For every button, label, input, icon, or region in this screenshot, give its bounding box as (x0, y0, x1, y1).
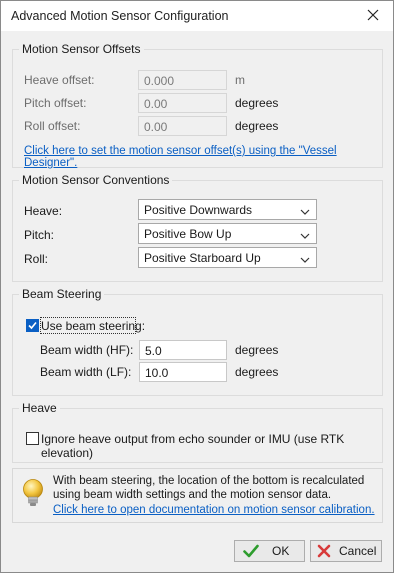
beam-steering-group: Beam Steering Use beam steering: Beam wi… (12, 287, 383, 396)
cancel-label: Cancel (339, 544, 377, 558)
heave-offset-field[interactable]: 0.000 (138, 70, 227, 90)
offsets-group: Motion Sensor Offsets Heave offset: 0.00… (12, 42, 383, 169)
checkmark-icon (243, 544, 259, 561)
title-bar: Advanced Motion Sensor Configuration (1, 1, 393, 31)
roll-offset-unit: degrees (235, 119, 279, 133)
use-beam-steering-label[interactable]: Use beam steering: (41, 319, 145, 333)
calibration-docs-link[interactable]: Click here to open documentation on moti… (53, 504, 375, 516)
chevron-down-icon (300, 229, 310, 243)
pitch-offset-field[interactable]: 0.00 (138, 93, 227, 113)
info-box: With beam steering, the location of the … (12, 468, 383, 523)
cancel-x-icon (317, 544, 331, 561)
pitch-convention-select[interactable]: Positive Bow Up (138, 223, 317, 244)
beam-width-hf-label: Beam width (HF): (40, 343, 134, 357)
dialog-window: Advanced Motion Sensor Configuration Mot… (0, 0, 394, 573)
heave-convention-value: Positive Downwards (144, 203, 253, 217)
ignore-heave-checkbox[interactable] (26, 432, 39, 445)
beam-width-lf-unit: degrees (235, 365, 279, 379)
beam-width-lf-label: Beam width (LF): (40, 365, 132, 379)
ok-label: OK (272, 544, 290, 558)
roll-convention-label: Roll: (24, 252, 49, 266)
vessel-designer-link[interactable]: Click here to set the motion sensor offs… (24, 145, 382, 169)
roll-convention-select[interactable]: Positive Starboard Up (138, 247, 317, 268)
close-icon (367, 9, 379, 24)
pitch-offset-unit: degrees (235, 96, 279, 110)
info-line-2: using beam width settings and the motion… (53, 489, 332, 501)
beam-width-hf-unit: degrees (235, 343, 279, 357)
conventions-group: Motion Sensor Conventions Heave: Positiv… (12, 173, 383, 282)
roll-offset-label: Roll offset: (24, 119, 81, 133)
roll-convention-value: Positive Starboard Up (144, 251, 261, 265)
pitch-offset-label: Pitch offset: (24, 96, 87, 110)
roll-offset-field[interactable]: 0.00 (138, 116, 227, 136)
use-beam-steering-checkbox[interactable] (26, 319, 39, 332)
info-line-1: With beam steering, the location of the … (53, 475, 365, 487)
heave-group: Heave Ignore heave output from echo soun… (12, 401, 383, 463)
ok-button[interactable]: OK (234, 540, 305, 562)
window-title: Advanced Motion Sensor Configuration (11, 9, 229, 23)
conventions-legend: Motion Sensor Conventions (19, 173, 173, 187)
heave-offset-unit: m (235, 73, 245, 87)
cancel-button[interactable]: Cancel (310, 540, 382, 562)
chevron-down-icon (300, 205, 310, 219)
beam-steering-legend: Beam Steering (19, 287, 105, 301)
pitch-convention-label: Pitch: (24, 228, 55, 242)
beam-width-hf-field[interactable]: 5.0 (139, 340, 227, 360)
heave-offset-label: Heave offset: (24, 73, 95, 87)
lightbulb-icon (21, 478, 45, 511)
pitch-convention-value: Positive Bow Up (144, 227, 232, 241)
heave-convention-label: Heave: (24, 204, 63, 218)
heave-legend: Heave (19, 401, 60, 415)
offsets-legend: Motion Sensor Offsets (19, 42, 144, 56)
heave-convention-select[interactable]: Positive Downwards (138, 199, 317, 220)
close-button[interactable] (353, 1, 393, 31)
chevron-down-icon (300, 253, 310, 267)
ignore-heave-label[interactable]: Ignore heave output from echo sounder or… (41, 432, 382, 460)
beam-width-lf-field[interactable]: 10.0 (139, 362, 227, 382)
